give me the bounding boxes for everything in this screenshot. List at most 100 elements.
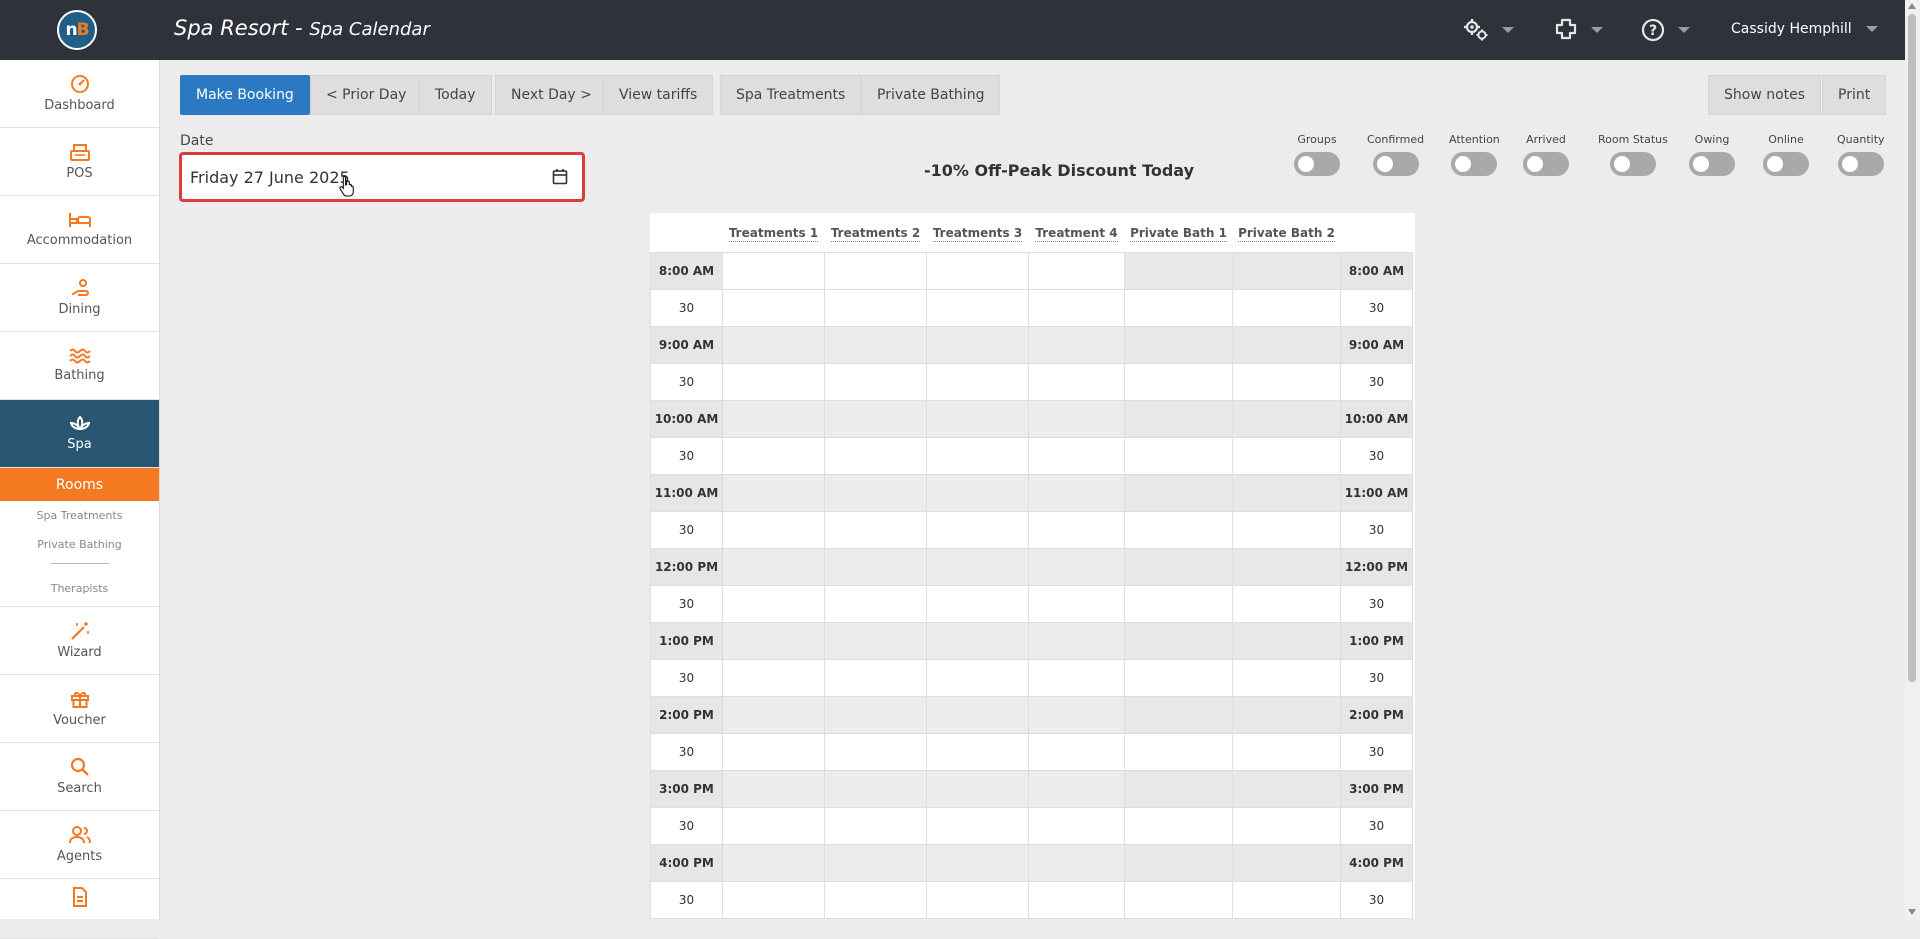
booking-slot[interactable] bbox=[722, 622, 825, 660]
toggle-owing[interactable]: Owing bbox=[1689, 133, 1735, 176]
booking-slot[interactable] bbox=[1124, 363, 1233, 401]
scroll-down-icon[interactable] bbox=[1908, 909, 1916, 915]
sidebar-subitem-private-bathing[interactable]: Private Bathing bbox=[0, 530, 159, 559]
booking-slot[interactable] bbox=[722, 252, 825, 290]
booking-slot[interactable] bbox=[1124, 400, 1233, 438]
booking-slot[interactable] bbox=[1124, 807, 1233, 845]
booking-slot[interactable] bbox=[926, 252, 1029, 290]
booking-slot[interactable] bbox=[1124, 474, 1233, 512]
booking-slot[interactable] bbox=[1124, 326, 1233, 364]
toggle-switch[interactable] bbox=[1763, 152, 1809, 176]
booking-slot[interactable] bbox=[722, 289, 825, 327]
booking-slot[interactable] bbox=[926, 881, 1029, 919]
booking-slot[interactable] bbox=[824, 807, 927, 845]
booking-slot[interactable] bbox=[926, 622, 1029, 660]
booking-slot[interactable] bbox=[1028, 437, 1125, 475]
column-header[interactable]: Treatments 3 bbox=[926, 213, 1029, 253]
booking-slot[interactable] bbox=[1028, 289, 1125, 327]
show-notes-button[interactable]: Show notes bbox=[1708, 75, 1822, 115]
print-button[interactable]: Print bbox=[1822, 75, 1887, 115]
booking-slot[interactable] bbox=[926, 585, 1029, 623]
booking-slot[interactable] bbox=[1124, 770, 1233, 808]
sidebar-item-search[interactable]: Search bbox=[0, 743, 159, 811]
toggle-switch[interactable] bbox=[1294, 152, 1340, 176]
booking-slot[interactable] bbox=[722, 437, 825, 475]
booking-slot[interactable] bbox=[824, 881, 927, 919]
booking-slot[interactable] bbox=[926, 400, 1029, 438]
booking-slot[interactable] bbox=[1028, 696, 1125, 734]
user-menu[interactable]: Cassidy Hemphill bbox=[1731, 21, 1878, 37]
booking-slot[interactable] bbox=[926, 770, 1029, 808]
sidebar-item-dining[interactable]: Dining bbox=[0, 264, 159, 332]
column-header[interactable]: Private Bath 2 bbox=[1232, 213, 1341, 253]
booking-slot[interactable] bbox=[1232, 548, 1341, 586]
booking-slot[interactable] bbox=[926, 659, 1029, 697]
booking-slot[interactable] bbox=[722, 363, 825, 401]
booking-slot[interactable] bbox=[1232, 881, 1341, 919]
page-scrollbar[interactable] bbox=[1905, 0, 1920, 919]
booking-slot[interactable] bbox=[1232, 474, 1341, 512]
booking-slot[interactable] bbox=[722, 400, 825, 438]
booking-slot[interactable] bbox=[1124, 585, 1233, 623]
sidebar-item-bathing[interactable]: Bathing bbox=[0, 332, 159, 400]
booking-slot[interactable] bbox=[722, 659, 825, 697]
booking-slot[interactable] bbox=[824, 289, 927, 327]
toggle-switch[interactable] bbox=[1689, 152, 1735, 176]
sidebar-item-agents[interactable]: Agents bbox=[0, 811, 159, 879]
booking-slot[interactable] bbox=[824, 585, 927, 623]
booking-slot[interactable] bbox=[1124, 844, 1233, 882]
booking-slot[interactable] bbox=[824, 474, 927, 512]
booking-slot[interactable] bbox=[722, 548, 825, 586]
booking-slot[interactable] bbox=[1232, 326, 1341, 364]
booking-slot[interactable] bbox=[926, 696, 1029, 734]
calendar-icon[interactable] bbox=[552, 168, 568, 185]
toggle-attention[interactable]: Attention bbox=[1449, 133, 1500, 176]
booking-slot[interactable] bbox=[1028, 548, 1125, 586]
scrollbar-thumb[interactable] bbox=[1908, 14, 1916, 682]
sidebar-item-dashboard[interactable]: Dashboard bbox=[0, 60, 159, 128]
toggle-switch[interactable] bbox=[1523, 152, 1569, 176]
app-logo[interactable]: nB bbox=[57, 10, 97, 50]
booking-slot[interactable] bbox=[926, 844, 1029, 882]
booking-slot[interactable] bbox=[1232, 252, 1341, 290]
settings-menu[interactable] bbox=[1462, 16, 1514, 44]
booking-slot[interactable] bbox=[1028, 400, 1125, 438]
booking-slot[interactable] bbox=[1124, 733, 1233, 771]
toggle-arrived[interactable]: Arrived bbox=[1523, 133, 1569, 176]
booking-slot[interactable] bbox=[1124, 437, 1233, 475]
booking-slot[interactable] bbox=[722, 807, 825, 845]
prior-day-button[interactable]: < Prior Day bbox=[310, 75, 423, 115]
booking-slot[interactable] bbox=[1232, 363, 1341, 401]
booking-slot[interactable] bbox=[926, 733, 1029, 771]
toggle-switch[interactable] bbox=[1609, 152, 1656, 176]
help-menu[interactable]: ? bbox=[1640, 16, 1690, 44]
booking-slot[interactable] bbox=[1028, 881, 1125, 919]
column-header[interactable]: Treatments 2 bbox=[824, 213, 927, 253]
booking-slot[interactable] bbox=[722, 511, 825, 549]
booking-slot[interactable] bbox=[1028, 622, 1125, 660]
booking-slot[interactable] bbox=[1232, 437, 1341, 475]
booking-slot[interactable] bbox=[1232, 289, 1341, 327]
booking-slot[interactable] bbox=[1028, 326, 1125, 364]
booking-slot[interactable] bbox=[926, 289, 1029, 327]
booking-slot[interactable] bbox=[722, 881, 825, 919]
toggle-confirmed[interactable]: Confirmed bbox=[1367, 133, 1424, 176]
booking-slot[interactable] bbox=[1232, 622, 1341, 660]
booking-slot[interactable] bbox=[1124, 696, 1233, 734]
booking-slot[interactable] bbox=[1028, 585, 1125, 623]
booking-slot[interactable] bbox=[1028, 733, 1125, 771]
booking-slot[interactable] bbox=[1232, 844, 1341, 882]
next-day-button[interactable]: Next Day > bbox=[495, 75, 608, 115]
booking-slot[interactable] bbox=[1028, 844, 1125, 882]
booking-slot[interactable] bbox=[1232, 733, 1341, 771]
booking-slot[interactable] bbox=[824, 733, 927, 771]
spa-treatments-button[interactable]: Spa Treatments bbox=[720, 75, 862, 115]
scroll-up-icon[interactable] bbox=[1908, 3, 1916, 9]
sidebar-item-voucher[interactable]: Voucher bbox=[0, 675, 159, 743]
private-bathing-button[interactable]: Private Bathing bbox=[861, 75, 1001, 115]
booking-slot[interactable] bbox=[722, 770, 825, 808]
booking-slot[interactable] bbox=[1124, 511, 1233, 549]
toggle-switch[interactable] bbox=[1837, 152, 1884, 176]
toggle-switch[interactable] bbox=[1451, 152, 1498, 176]
booking-slot[interactable] bbox=[722, 696, 825, 734]
